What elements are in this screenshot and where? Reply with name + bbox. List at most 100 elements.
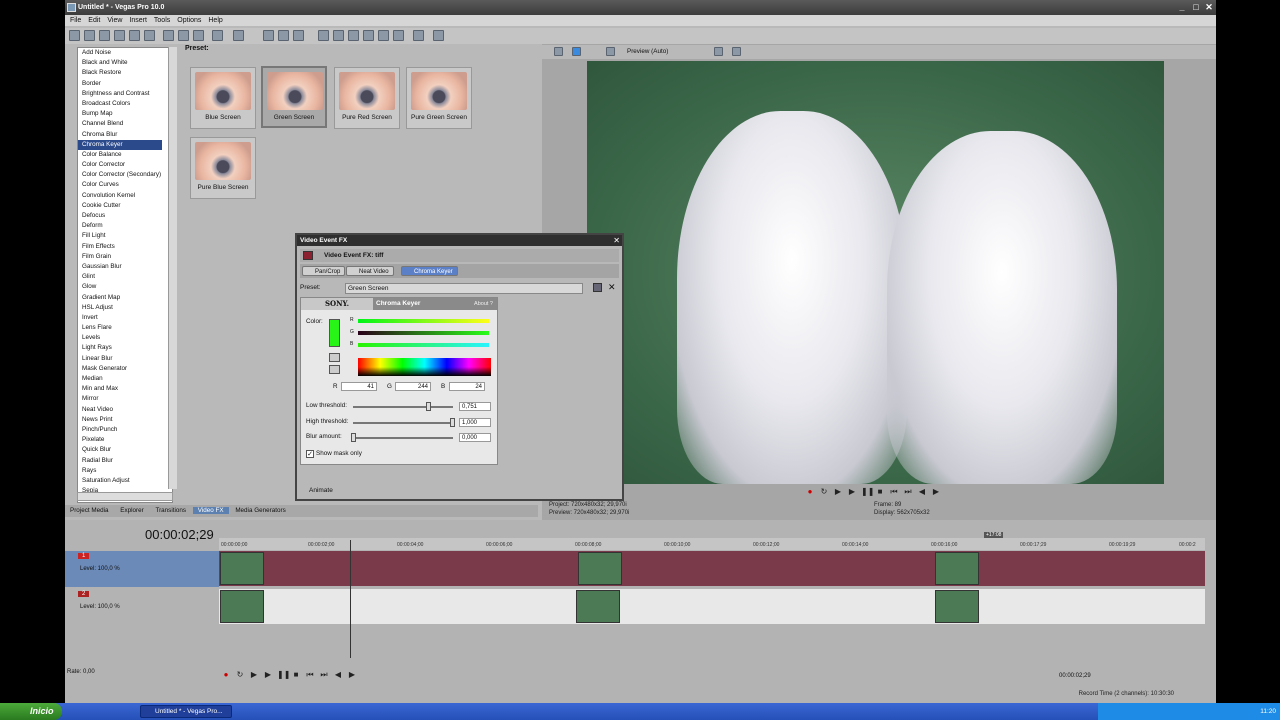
fx-list-item[interactable]: Median bbox=[78, 374, 172, 384]
preview-quality-dropdown[interactable]: Preview (Auto) bbox=[627, 45, 668, 59]
playhead-cursor[interactable] bbox=[350, 540, 351, 658]
save-preset-icon[interactable] bbox=[593, 283, 602, 292]
track-header-2[interactable]: 2 Level: 100,0 % bbox=[65, 589, 219, 625]
selection-tool-icon[interactable] bbox=[348, 30, 359, 41]
delete-preset-icon[interactable]: ✕ bbox=[608, 282, 616, 293]
fx-list-item[interactable]: Lens Flare bbox=[78, 323, 172, 333]
copy-icon[interactable] bbox=[178, 30, 189, 41]
fx-list-item[interactable]: Bump Map bbox=[78, 109, 172, 119]
next-frame-icon[interactable]: ▶ bbox=[347, 670, 357, 680]
fx-list-item[interactable]: Chroma Keyer bbox=[78, 139, 162, 150]
fx-list-item[interactable]: Radial Blur bbox=[78, 456, 172, 466]
fx-list-item[interactable]: Convolution Kernel bbox=[78, 191, 172, 201]
low-threshold-field[interactable]: 0,751 bbox=[459, 402, 491, 411]
zoom-tool-icon[interactable] bbox=[363, 30, 374, 41]
menu-view[interactable]: View bbox=[105, 17, 124, 24]
preset-dropdown[interactable]: Green Screen bbox=[345, 283, 583, 294]
fx-list-item[interactable]: Gradient Map bbox=[78, 293, 172, 303]
video-clip[interactable] bbox=[578, 552, 622, 585]
copy-snapshot-icon[interactable] bbox=[732, 47, 741, 56]
fx-list-item[interactable]: News Print bbox=[78, 415, 172, 425]
about-link[interactable]: About ? bbox=[474, 298, 493, 310]
stop-icon[interactable]: ■ bbox=[875, 487, 885, 497]
preset-thumb-green-screen[interactable]: Green Screen bbox=[261, 66, 327, 128]
fx-list-item[interactable]: Film Grain bbox=[78, 252, 172, 262]
fx-list-item[interactable]: Defocus bbox=[78, 211, 172, 221]
start-button[interactable]: Inicio bbox=[0, 703, 62, 720]
go-to-start-icon[interactable]: ⏮ bbox=[889, 487, 899, 497]
key-color-swatch[interactable] bbox=[329, 319, 340, 347]
fx-list-item[interactable]: Light Rays bbox=[78, 343, 172, 353]
next-frame-icon[interactable]: ▶ bbox=[931, 487, 941, 497]
close-button[interactable]: ✕ bbox=[1203, 2, 1215, 13]
tab-project-media[interactable]: Project Media bbox=[65, 507, 114, 514]
fx-list-item[interactable]: Levels bbox=[78, 333, 172, 343]
play-icon[interactable]: ▶ bbox=[847, 487, 857, 497]
cut-icon[interactable] bbox=[163, 30, 174, 41]
new-icon[interactable] bbox=[69, 30, 80, 41]
fx-list-item[interactable]: Border bbox=[78, 79, 172, 89]
fx-list-item[interactable]: Film Effects bbox=[78, 242, 172, 252]
tab-video-fx[interactable]: Video FX bbox=[192, 507, 229, 514]
fx-list-item[interactable]: Black and White bbox=[78, 58, 172, 68]
redo-icon[interactable] bbox=[233, 30, 244, 41]
properties-icon[interactable] bbox=[144, 30, 155, 41]
maximize-button[interactable]: □ bbox=[1190, 2, 1202, 13]
taskbar-vegas-button[interactable]: Untitled * - Vegas Pro... bbox=[140, 705, 232, 718]
fx-list-item[interactable]: Deform bbox=[78, 221, 172, 231]
fx-list-item[interactable]: Pixelate bbox=[78, 435, 172, 445]
fx-list-item[interactable]: Min and Max bbox=[78, 384, 172, 394]
fx-list-item[interactable]: Neat Video bbox=[78, 405, 172, 415]
video-clip[interactable] bbox=[220, 552, 264, 585]
timeline-ruler[interactable]: 00:00:00;00 00:00:02;00 00:00:04;00 00:0… bbox=[219, 532, 1205, 550]
tab-media-generators[interactable]: Media Generators bbox=[230, 507, 290, 514]
loop-icon[interactable]: ↻ bbox=[235, 670, 245, 680]
play-from-start-icon[interactable]: ▶ bbox=[833, 487, 843, 497]
g-value-field[interactable]: 244 bbox=[395, 382, 431, 391]
menu-edit[interactable]: Edit bbox=[86, 17, 102, 24]
fx-list-item[interactable]: Chroma Blur bbox=[78, 130, 172, 140]
blur-amount-knob[interactable] bbox=[351, 433, 356, 442]
fx-list-item[interactable]: Pinch/Punch bbox=[78, 425, 172, 435]
blur-amount-field[interactable]: 0,000 bbox=[459, 433, 491, 442]
envelope-tool-icon[interactable] bbox=[333, 30, 344, 41]
color-spectrum[interactable] bbox=[358, 358, 491, 376]
autoripple-icon[interactable] bbox=[278, 30, 289, 41]
high-threshold-knob[interactable] bbox=[450, 418, 455, 427]
blur-amount-slider[interactable] bbox=[353, 437, 453, 439]
project-properties-icon[interactable] bbox=[554, 47, 563, 56]
overlays-icon[interactable] bbox=[714, 47, 723, 56]
go-to-start-icon[interactable]: ⏮ bbox=[305, 670, 315, 680]
save-as-icon[interactable] bbox=[114, 30, 125, 41]
fx-list-item[interactable]: Channel Blend bbox=[78, 119, 172, 129]
fx-list-item[interactable]: Color Corrector bbox=[78, 160, 172, 170]
lock-envelopes-icon[interactable] bbox=[293, 30, 304, 41]
fx-list-item[interactable]: Broadcast Colors bbox=[78, 99, 172, 109]
prev-frame-icon[interactable]: ◀ bbox=[917, 487, 927, 497]
low-threshold-knob[interactable] bbox=[426, 402, 431, 411]
dialog-close-icon[interactable]: ✕ bbox=[613, 235, 620, 246]
fx-list-item[interactable]: Add Noise bbox=[78, 48, 172, 58]
fx-list-item[interactable]: HSL Adjust bbox=[78, 303, 172, 313]
video-clip[interactable] bbox=[576, 590, 620, 623]
video-clip[interactable] bbox=[935, 590, 979, 623]
fx-list-hscrollbar[interactable] bbox=[77, 492, 173, 501]
fx-list-item[interactable]: Fill Light bbox=[78, 231, 172, 241]
high-threshold-slider[interactable] bbox=[353, 422, 453, 424]
preview-fx-icon[interactable] bbox=[606, 47, 615, 56]
green-gradient[interactable] bbox=[358, 331, 489, 335]
show-mask-checkbox[interactable]: ✓ bbox=[306, 450, 314, 458]
fx-list-item[interactable]: Saturation Adjust bbox=[78, 476, 172, 486]
external-monitor-icon[interactable] bbox=[572, 47, 581, 56]
blue-gradient[interactable] bbox=[358, 343, 489, 347]
video-track-1[interactable] bbox=[219, 551, 1205, 586]
normal-edit-tool-icon[interactable] bbox=[318, 30, 329, 41]
whats-this-icon[interactable] bbox=[433, 30, 444, 41]
r-value-field[interactable]: 41 bbox=[341, 382, 377, 391]
video-track-2[interactable] bbox=[219, 589, 1205, 624]
fx-list-item[interactable]: Rays bbox=[78, 466, 172, 476]
fx-list-item[interactable]: Color Corrector (Secondary) bbox=[78, 170, 172, 180]
help-pointer-icon[interactable] bbox=[413, 30, 424, 41]
fx-list-item[interactable]: Linear Blur bbox=[78, 354, 172, 364]
fx-list-item[interactable]: Mask Generator bbox=[78, 364, 172, 374]
